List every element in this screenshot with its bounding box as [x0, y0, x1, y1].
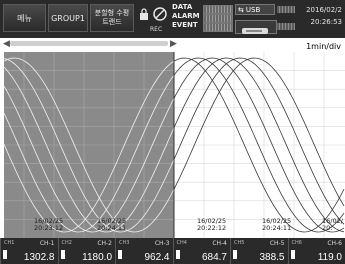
usb-indicator: ⇆ USB — [235, 4, 275, 15]
time-label-time: 20:23:12 — [34, 224, 63, 232]
group-select-button[interactable]: GROUP1 — [48, 4, 88, 32]
sd-card-icon — [235, 20, 277, 34]
clock-time: 20:26:53 — [310, 18, 342, 26]
usb-label: USB — [245, 5, 261, 14]
sd-card-icon-svg — [242, 28, 268, 34]
trend-chart-svg: 16/02/2520:23:1216/02/2520:24:1116/02/25… — [3, 52, 345, 238]
channel-readout-5[interactable]: CH5 CH-5 388.5 — [230, 238, 288, 264]
channel-value: 962.4 — [144, 252, 170, 263]
channel-name: CH-3 — [154, 240, 170, 247]
record-icon — [152, 5, 168, 26]
top-toolbar: 메뉴 GROUP1 분할형 수평 트랜드 REC DATA ALARM EVEN… — [0, 0, 345, 38]
time-per-div-label: 1min/div — [306, 42, 341, 51]
channel-readout-1[interactable]: CH1 CH-1 1302.8 — [0, 238, 58, 264]
history-scroll-track[interactable] — [10, 41, 168, 46]
sd-capacity-bar — [277, 23, 295, 30]
channel-value: 119.0 — [317, 252, 342, 263]
status-data-label: DATA — [172, 3, 193, 11]
record-icon-svg — [153, 7, 167, 21]
channel-value: 1180.0 — [82, 252, 112, 263]
channel-name: CH-5 — [269, 240, 285, 247]
channel-color-swatch — [3, 250, 7, 259]
channel-tag: CH4 — [176, 240, 187, 246]
status-data-indicator — [203, 5, 233, 14]
status-alarm-indicator — [203, 14, 233, 23]
channel-name: CH-4 — [212, 240, 227, 247]
time-label-time: 20: — [322, 224, 332, 232]
channel-value: 684.7 — [201, 252, 227, 263]
channel-color-swatch — [175, 250, 180, 259]
channel-readout-bar: CH1 CH-1 1302.8 CH2 CH-2 1180.0 CH3 CH-3 962.4 CH… — [0, 238, 345, 264]
usb-icon: ⇆ — [238, 5, 244, 14]
channel-color-swatch — [233, 250, 237, 259]
clock-display: 2016/02/2 20:26:53 — [306, 4, 342, 28]
scroll-scale-row: ◀ ▶ 1min/div — [0, 38, 345, 52]
channel-tag: CH2 — [61, 240, 72, 246]
menu-button[interactable]: 메뉴 — [3, 4, 46, 32]
channel-tag: CH6 — [291, 240, 302, 246]
scroll-left-arrow-icon[interactable]: ◀ — [3, 39, 10, 49]
channel-color-swatch — [290, 250, 295, 259]
channel-value: 1302.8 — [23, 252, 55, 263]
channel-readout-2[interactable]: CH2 CH-2 1180.0 — [57, 238, 116, 264]
channel-tag: CH1 — [4, 240, 15, 246]
channel-name: CH-1 — [39, 240, 55, 247]
channel-readout-3[interactable]: CH3 CH-3 962.4 — [115, 238, 173, 264]
clock-date: 2016/02/2 — [306, 6, 342, 14]
channel-tag: CH3 — [119, 240, 130, 246]
channel-name: CH-2 — [97, 240, 112, 247]
keylock-icon-svg — [140, 8, 148, 20]
channel-value: 388.5 — [259, 252, 285, 263]
status-event-indicator — [203, 23, 233, 32]
channel-readout-4[interactable]: CH4 CH-4 684.7 — [172, 238, 231, 264]
time-label-time: 20:22:12 — [197, 224, 226, 232]
keylock-icon — [139, 7, 149, 24]
trend-chart[interactable]: 16/02/25 20:23:12 16/02/25 20:24:11 16/02/25… — [3, 52, 345, 238]
time-label-time: 20:24:11 — [97, 224, 126, 232]
time-label-time: 20:24:11 — [262, 224, 291, 232]
channel-readout-6[interactable]: CH6 CH-6 119.0 — [287, 238, 345, 264]
status-alarm-label: ALARM — [172, 12, 200, 20]
channel-tag: CH5 — [234, 240, 245, 246]
status-event-label: EVENT — [172, 21, 198, 29]
usb-capacity-bar — [277, 6, 295, 13]
scroll-right-arrow-icon[interactable]: ▶ — [170, 39, 177, 49]
trend-mode-button[interactable]: 분할형 수평 트랜드 — [90, 4, 134, 32]
channel-name: CH-6 — [327, 240, 342, 247]
channel-color-swatch — [60, 250, 65, 259]
rec-label: REC — [150, 26, 163, 33]
channel-color-swatch — [118, 250, 122, 259]
